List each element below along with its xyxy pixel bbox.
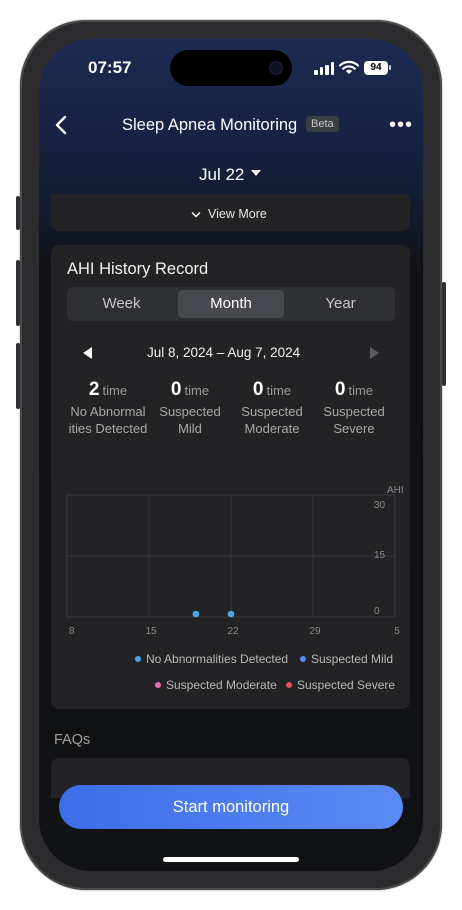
legend-dot [286,682,292,688]
next-period-icon[interactable] [370,347,379,359]
volume-up-button [16,260,20,326]
stat-suspected-moderate: 0 time Suspected Moderate [231,379,313,437]
page-title: Sleep Apnea Monitoring [122,116,298,134]
legend-dot [135,656,141,662]
date-range-label: Jul 8, 2024 – Aug 7, 2024 [147,345,301,360]
stat-unit: time [266,383,292,398]
stat-count: 2 [88,379,100,400]
legend-dot [155,682,161,688]
power-button [442,282,446,386]
beta-badge: Beta [306,116,339,132]
tab-month[interactable]: Month [178,290,284,318]
stat-suspected-severe: 0 time Suspected Severe [313,379,395,437]
back-arrow-icon[interactable] [53,115,69,135]
legend-label: Suspected Moderate [166,678,277,692]
stat-unit: time [184,383,210,398]
action-button [16,196,20,230]
more-options-icon[interactable]: ••• [389,114,413,137]
x-tick-label: 22 [227,626,239,637]
stat-count: 0 [334,379,346,400]
y-tick-label: 0 [374,606,380,617]
tab-week[interactable]: Week [67,287,176,321]
cellular-signal-icon [314,62,336,75]
wifi-icon [339,60,359,74]
volume-down-button [16,343,20,409]
start-monitoring-button[interactable]: Start monitoring [59,785,403,829]
previous-period-icon[interactable] [83,347,92,359]
status-time: 07:57 [88,58,132,77]
stat-label: Suspected Moderate [241,404,303,436]
home-indicator [163,857,299,862]
chevron-down-icon[interactable] [191,211,201,219]
faq-heading: FAQs [54,732,91,748]
data-point [192,610,200,618]
x-tick-label: 5 [394,626,400,637]
legend-dot [300,656,306,662]
battery-indicator: 94 [364,61,388,75]
y-tick-label: 15 [374,550,386,561]
ahi-card-title: AHI History Record [67,260,209,278]
x-tick-label: 29 [309,626,321,637]
stat-no-abnormalities: 2 time No Abnormal ities Detected [67,379,149,437]
date-selector[interactable]: Jul 22 [199,165,244,185]
stat-unit: time [348,383,374,398]
stat-count: 0 [170,379,182,400]
stat-label: No Abnormal ities Detected [68,404,148,436]
camera-icon [271,63,281,73]
x-tick-label: 8 [69,626,75,637]
tab-year[interactable]: Year [286,287,395,321]
ahi-scatter-chart: AHI30 15 0 8 15 22 29 5 No Abnormalities Detecte… [66,485,404,692]
y-axis-label: AHI [387,485,404,496]
x-tick-label: 15 [145,626,157,637]
y-tick-label: 30 [374,500,386,511]
legend-label: Suspected Severe [297,678,395,692]
view-more-button[interactable]: View More [208,207,267,221]
battery-tip [389,65,391,70]
data-point [227,610,235,618]
stat-suspected-mild: 0 time Suspected Mild [149,379,231,437]
stat-label: Suspected Severe [323,404,385,436]
app-screen: 07:57 94 Sleep Apnea Monitoring Beta •••… [39,39,423,871]
chevron-down-icon[interactable] [251,170,261,176]
stat-count: 0 [252,379,264,400]
stat-label: Suspected Mild [159,404,221,436]
period-segmented-control: Week Month Year [67,287,395,321]
legend-label: Suspected Mild [311,652,393,666]
stat-unit: time [102,383,128,398]
legend-label: No Abnormalities Detected [146,652,288,666]
